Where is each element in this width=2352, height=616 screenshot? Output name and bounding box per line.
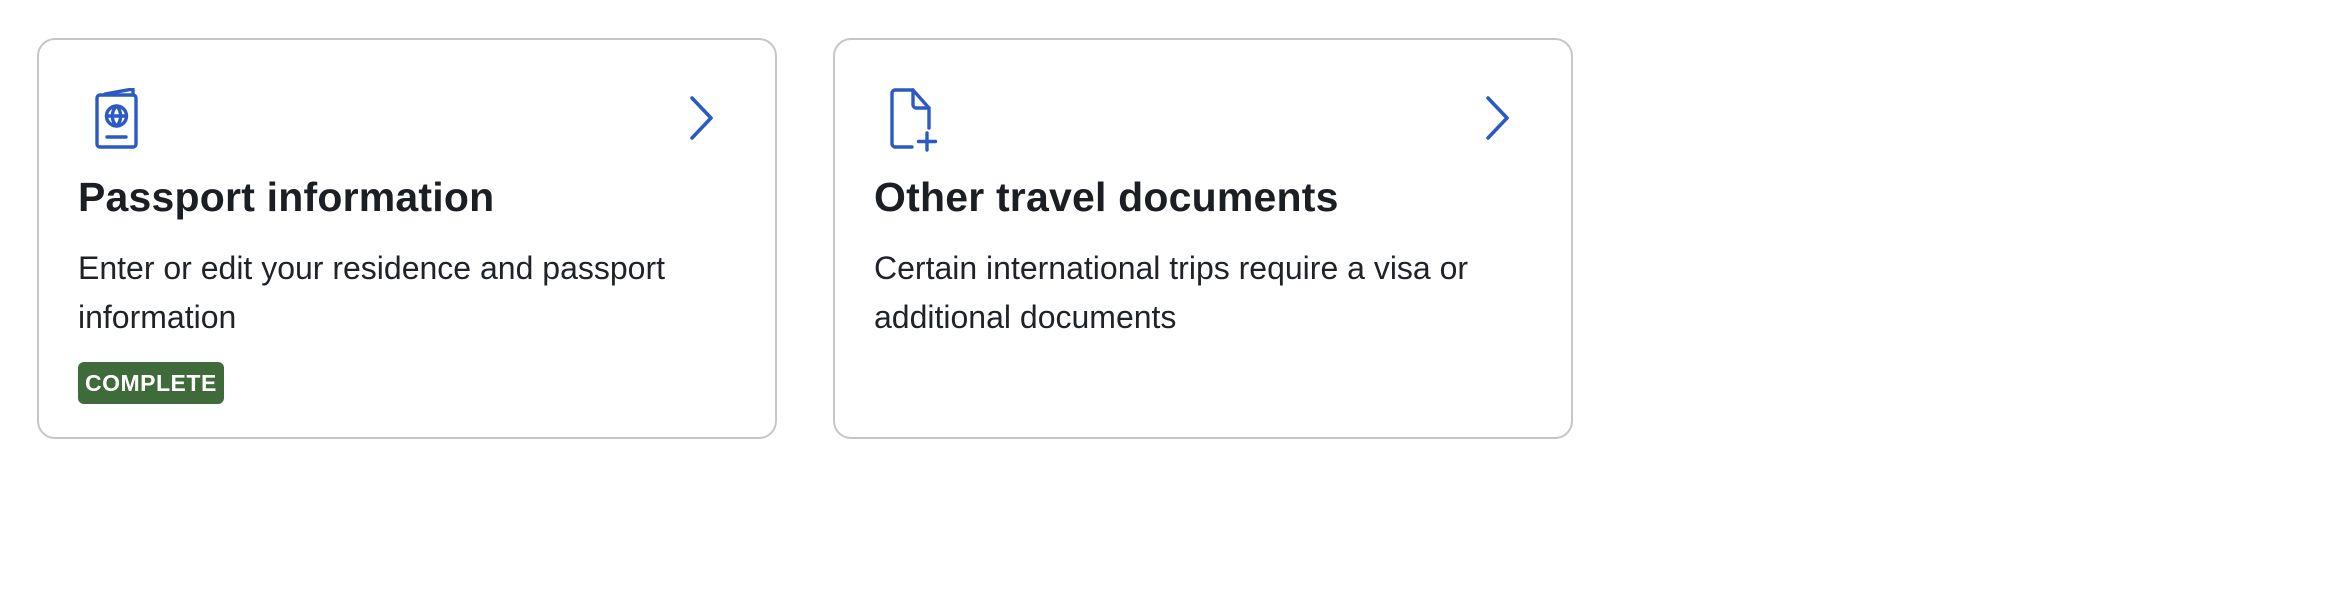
passport-information-card[interactable]: Passport information Enter or edit your …: [37, 38, 777, 439]
passport-icon: [87, 88, 147, 152]
other-travel-documents-card[interactable]: Other travel documents Certain internati…: [833, 38, 1573, 439]
travel-documents-cards: Passport information Enter or edit your …: [37, 38, 1573, 439]
card-title: Other travel documents: [874, 174, 1339, 220]
status-badge: COMPLETE: [78, 362, 224, 404]
card-description: Certain international trips require a vi…: [874, 250, 1469, 335]
chevron-right-icon[interactable]: [1479, 94, 1515, 142]
document-add-icon: [883, 88, 943, 152]
card-title: Passport information: [78, 174, 495, 220]
card-description: Enter or edit your residence and passpor…: [78, 250, 665, 335]
chevron-right-icon[interactable]: [683, 94, 719, 142]
